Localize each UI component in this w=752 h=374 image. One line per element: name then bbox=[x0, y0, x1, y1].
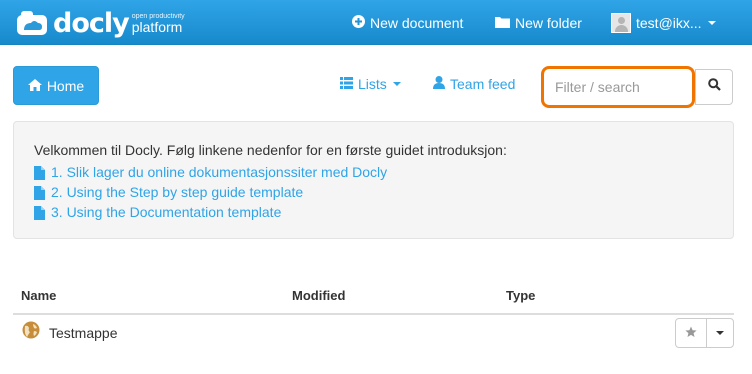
lists-dropdown[interactable]: Lists bbox=[340, 76, 401, 92]
globe-icon bbox=[22, 321, 40, 344]
guide-link-3[interactable]: 3. Using the Documentation template bbox=[34, 202, 733, 222]
new-folder-label: New folder bbox=[515, 14, 582, 31]
favorite-button[interactable] bbox=[676, 319, 707, 347]
list-icon bbox=[340, 76, 353, 92]
folder-icon bbox=[495, 15, 510, 31]
guide-link-2[interactable]: 2. Using the Step by step guide template bbox=[34, 182, 733, 202]
logo-tagline-big: platform bbox=[131, 18, 183, 35]
table-row[interactable]: Testmappe bbox=[13, 316, 734, 350]
home-label: Home bbox=[46, 77, 85, 94]
team-feed-link[interactable]: Team feed bbox=[433, 76, 515, 92]
caret-down-icon bbox=[392, 82, 401, 86]
guide-link-1[interactable]: 1. Slik lager du online dokumentasjonssi… bbox=[34, 162, 733, 182]
top-navbar: docly open productivity platform New doc… bbox=[0, 0, 752, 45]
search-icon bbox=[707, 78, 721, 96]
user-menu[interactable]: test@ikx... bbox=[611, 0, 716, 45]
row-actions bbox=[675, 318, 734, 348]
star-icon bbox=[685, 326, 697, 341]
logo-tagline-small: open productivity bbox=[131, 12, 185, 20]
search-input[interactable] bbox=[547, 73, 687, 101]
column-header-type[interactable]: Type bbox=[506, 288, 535, 303]
logo-tagline: open productivity platform bbox=[132, 13, 185, 34]
guide-link-label: 3. Using the Documentation template bbox=[51, 204, 282, 220]
row-menu-button[interactable] bbox=[707, 319, 733, 347]
welcome-panel: Velkommen til Docly. Følg linkene nedenf… bbox=[13, 121, 734, 239]
guide-link-label: 1. Slik lager du online dokumentasjonssi… bbox=[51, 164, 388, 180]
plus-circle-icon bbox=[352, 14, 365, 31]
new-folder-link[interactable]: New folder bbox=[495, 0, 582, 45]
docly-logo[interactable]: docly open productivity platform bbox=[16, 7, 185, 39]
user-icon bbox=[433, 76, 445, 92]
home-icon bbox=[27, 78, 42, 94]
caret-down-icon bbox=[707, 20, 716, 25]
new-document-link[interactable]: New document bbox=[352, 0, 463, 45]
home-button[interactable]: Home bbox=[13, 66, 99, 105]
guide-link-label: 2. Using the Step by step guide template bbox=[51, 184, 304, 200]
document-icon bbox=[34, 165, 45, 180]
search-highlight bbox=[541, 66, 695, 108]
lists-label: Lists bbox=[358, 76, 387, 92]
row-name[interactable]: Testmappe bbox=[49, 325, 117, 341]
team-feed-label: Team feed bbox=[450, 76, 516, 92]
document-icon bbox=[34, 185, 45, 200]
new-document-label: New document bbox=[370, 14, 464, 31]
caret-down-icon bbox=[716, 331, 724, 335]
column-header-modified[interactable]: Modified bbox=[292, 288, 345, 303]
document-icon bbox=[34, 205, 45, 220]
table-header-divider bbox=[13, 313, 734, 315]
welcome-intro-text: Velkommen til Docly. Følg linkene nedenf… bbox=[34, 142, 507, 158]
column-header-name[interactable]: Name bbox=[21, 288, 56, 303]
cloud-icon bbox=[16, 10, 48, 36]
avatar bbox=[611, 12, 631, 33]
user-name: test@ikx... bbox=[636, 14, 702, 31]
logo-wordmark: docly bbox=[53, 7, 130, 39]
search-button[interactable] bbox=[695, 69, 733, 105]
